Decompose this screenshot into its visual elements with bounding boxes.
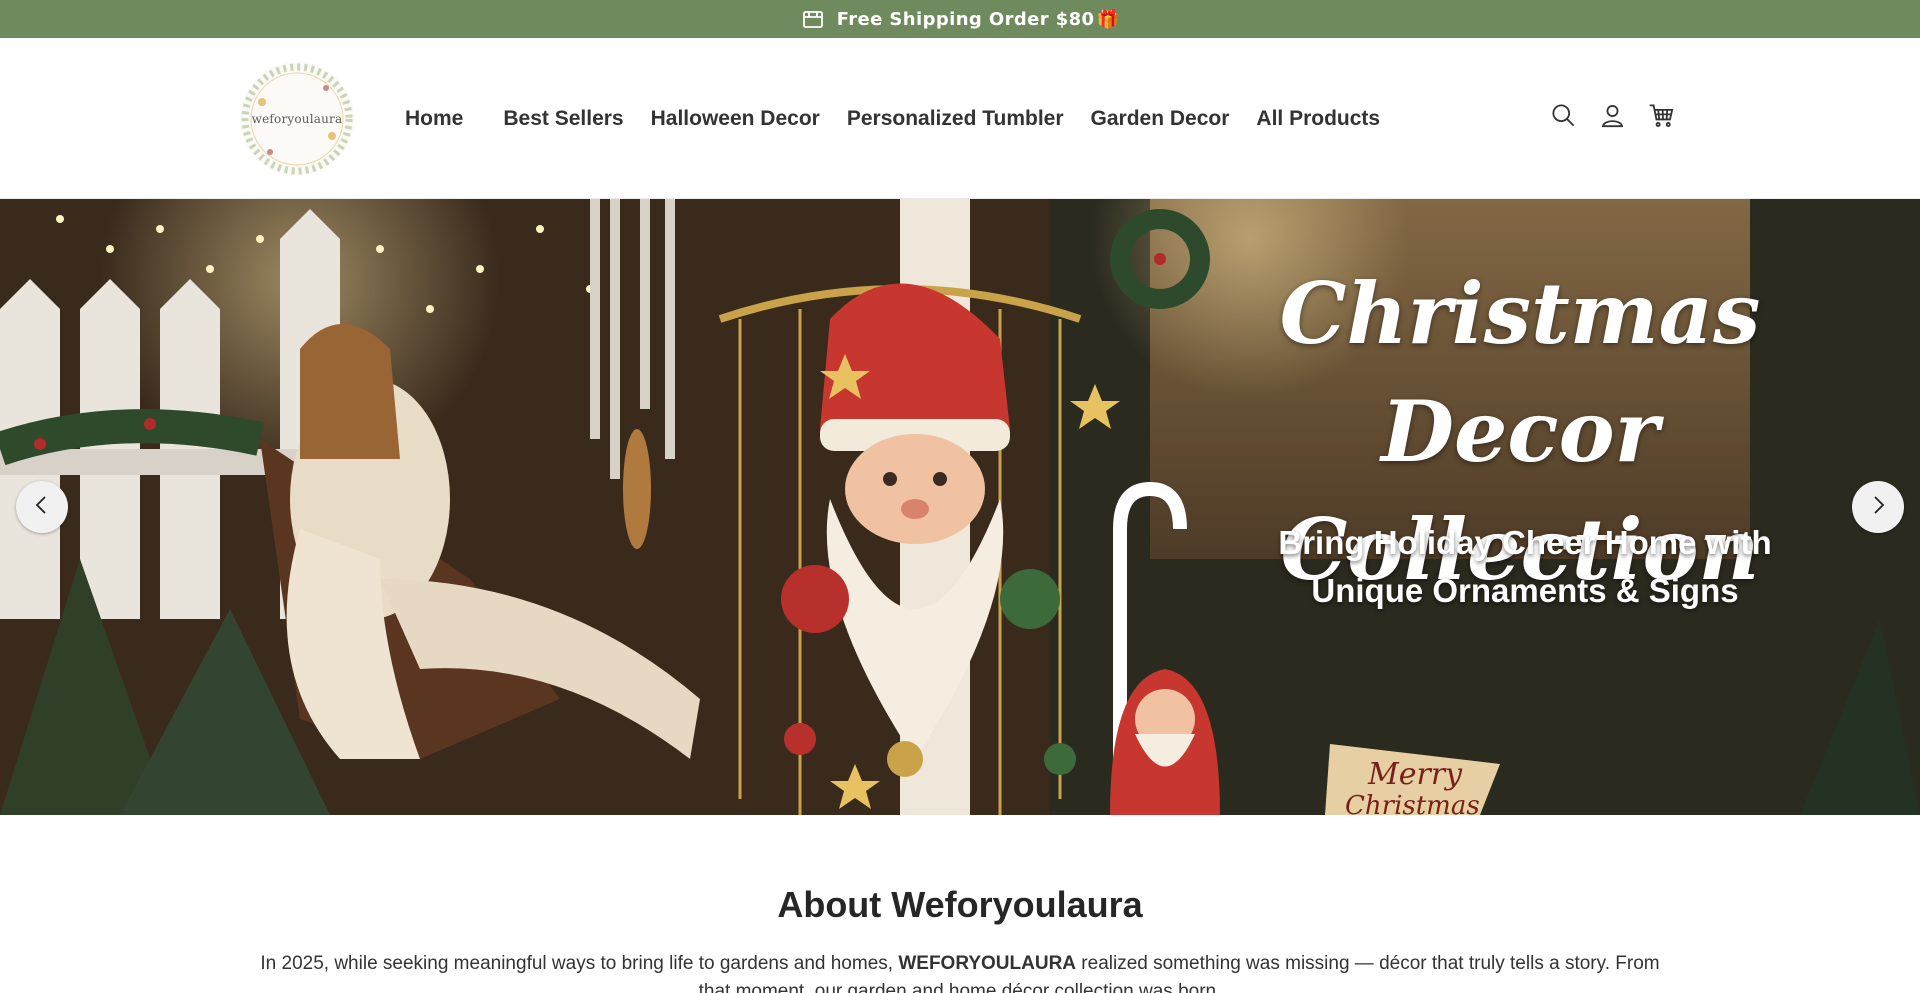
hero-subtitle-line2: Unique Ornaments & Signs — [1311, 572, 1739, 609]
nav-home[interactable]: Home — [405, 107, 463, 131]
cart-icon[interactable] — [1648, 102, 1675, 129]
about-title: About Weforyoulaura — [777, 884, 1143, 925]
hero-subtitle-line1: Bring Holiday Cheer Home with — [1278, 524, 1772, 561]
search-icon[interactable] — [1550, 102, 1577, 129]
hero-subtitle: Bring Holiday Cheer Home with Unique Orn… — [1230, 519, 1820, 615]
nav-personalized-tumbler[interactable]: Personalized Tumbler — [847, 107, 1064, 131]
hero-title-line1: Christmas — [1279, 264, 1761, 363]
header-icons — [1550, 102, 1675, 129]
sign-text-line2: Christmas — [1345, 791, 1480, 815]
account-icon[interactable] — [1599, 102, 1626, 129]
nav-all-products[interactable]: All Products — [1256, 107, 1380, 131]
about-body-prefix: In 2025, while seeking meaningful ways t… — [260, 953, 899, 974]
gift-emoji: 🎁 — [1096, 8, 1120, 30]
hero-slideshow: Merry Christmas Christmas Decor Collecti… — [0, 199, 1920, 815]
logo-text: weforyoulaura — [251, 112, 343, 126]
about-brand-name: WEFORYOULAURA — [898, 953, 1077, 974]
gift-box-icon — [801, 7, 825, 31]
site-logo[interactable]: weforyoulaura — [240, 62, 354, 176]
slide-next-button[interactable] — [1852, 481, 1904, 533]
sign-text-line1: Merry — [1367, 757, 1463, 792]
announcement-bar: Free Shipping Order $80 🎁 — [0, 0, 1920, 38]
nav-halloween-decor[interactable]: Halloween Decor — [651, 107, 820, 131]
nav-garden-decor[interactable]: Garden Decor — [1091, 107, 1230, 131]
nav-best-sellers[interactable]: Best Sellers — [503, 107, 623, 131]
about-body: In 2025, while seeking meaningful ways t… — [250, 950, 1670, 993]
main-navigation: Home Best Sellers Halloween Decor Person… — [405, 104, 1407, 134]
slide-prev-button[interactable] — [16, 481, 68, 533]
chevron-right-icon — [1868, 495, 1888, 519]
announcement-text: Free Shipping Order $80 — [836, 8, 1095, 30]
site-header: weforyoulaura Home Best Sellers Hallowee… — [0, 38, 1920, 199]
chevron-left-icon — [32, 495, 52, 519]
